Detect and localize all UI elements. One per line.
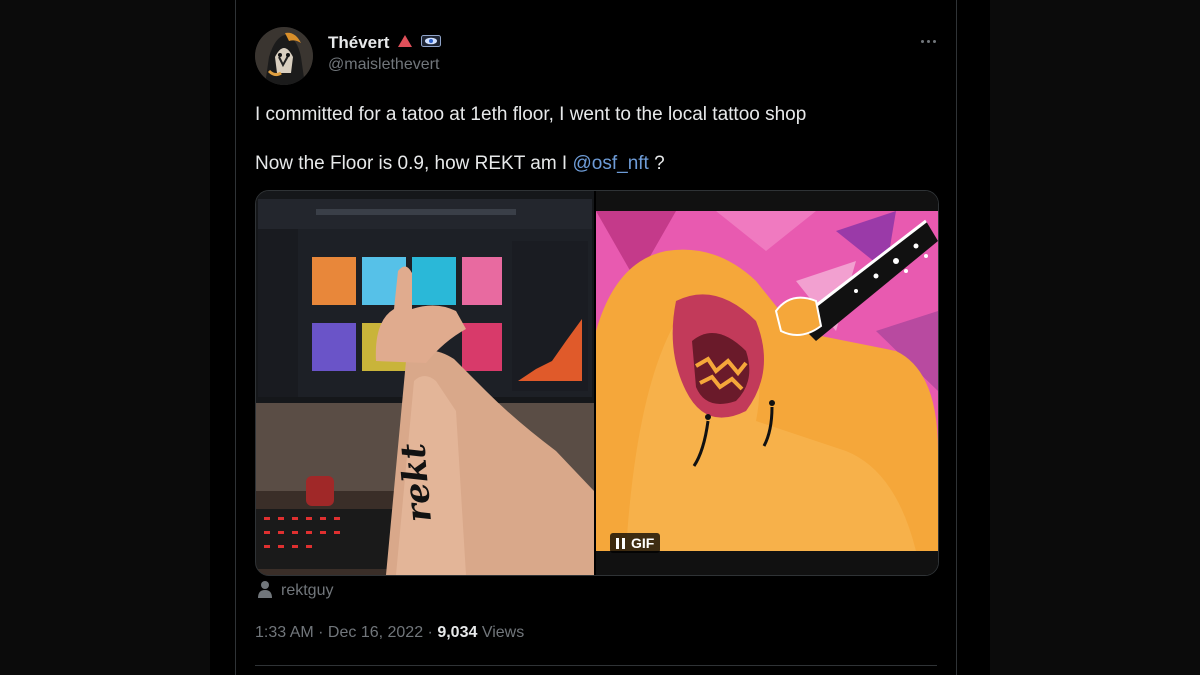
tagged-user[interactable]: rektguy [257,580,333,602]
tattoo-photo[interactable]: rekt [256,191,594,575]
name-row: Thévert [328,32,442,54]
tweet-text-line-1: I committed for a tatoo at 1eth floor, I… [255,104,807,125]
tweet-text-line-2: Now the Floor is 0.9, how REKT am I @osf… [255,153,665,175]
tweet-text-prefix: Now the Floor is 0.9, how REKT am I [255,153,573,174]
pause-icon [616,537,625,549]
person-icon [257,580,273,603]
dot-icon [932,39,936,43]
right-margin [990,0,1200,675]
dot-icon [926,39,930,43]
timeline-column: Thévert @maislethevert I committed for a… [210,0,990,675]
media-grid: rekt GIF [255,190,939,576]
divider [255,665,937,666]
tagged-user-name: rektguy [281,582,334,599]
dot-icon [920,39,924,43]
red-triangle-icon [397,34,413,53]
meta-separator: · [423,624,438,641]
tweet: Thévert @maislethevert I committed for a… [235,0,957,675]
meta-separator: · [313,624,328,641]
user-handle[interactable]: @maislethevert [328,56,439,74]
more-options-button[interactable] [916,31,940,51]
tweet-meta: 1:33 AM · Dec 16, 2022 · 9,034 Views [255,624,524,642]
gif-badge[interactable]: GIF [610,533,661,553]
tweet-time[interactable]: 1:33 AM [255,624,314,641]
mention-link[interactable]: @osf_nft [573,153,649,174]
display-name[interactable]: Thévert [328,33,389,53]
gif-animation[interactable]: GIF [596,191,938,575]
tweet-date[interactable]: Dec 16, 2022 [328,624,423,641]
tattoo-text: rekt [393,441,440,523]
views-count[interactable]: 9,034 [437,624,477,641]
gif-label: GIF [631,535,655,551]
avatar[interactable] [255,27,313,85]
views-label: Views [477,624,525,641]
left-margin [0,0,210,675]
tweet-text-suffix: ? [648,153,665,174]
eye-card-icon [421,34,442,52]
